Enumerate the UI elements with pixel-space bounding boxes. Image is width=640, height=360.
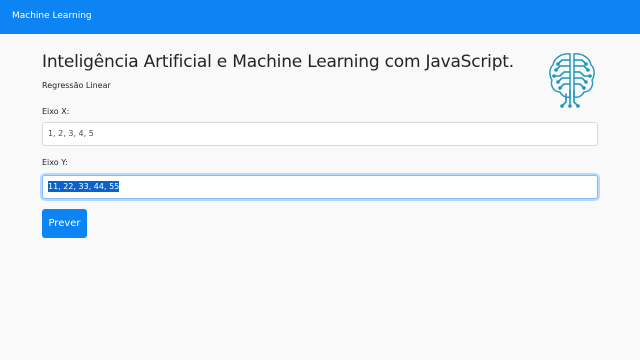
y-axis-label: Eixo Y: bbox=[42, 158, 68, 167]
y-axis-value: 11, 22, 33, 44, 55 bbox=[48, 181, 120, 192]
top-navbar: Machine Learning bbox=[0, 0, 640, 34]
x-axis-input[interactable]: 1, 2, 3, 4, 5 bbox=[42, 122, 598, 146]
x-axis-label: Eixo X: bbox=[42, 107, 70, 116]
navbar-brand[interactable]: Machine Learning bbox=[12, 11, 92, 21]
x-axis-value: 1, 2, 3, 4, 5 bbox=[48, 129, 94, 138]
page-subtitle: Regressão Linear bbox=[42, 81, 111, 90]
predict-button[interactable]: Prever bbox=[42, 209, 87, 238]
brain-circuit-icon bbox=[549, 53, 595, 108]
y-axis-input[interactable]: 11, 22, 33, 44, 55 bbox=[42, 175, 598, 199]
page-title: Inteligência Artificial e Machine Learni… bbox=[42, 52, 514, 72]
